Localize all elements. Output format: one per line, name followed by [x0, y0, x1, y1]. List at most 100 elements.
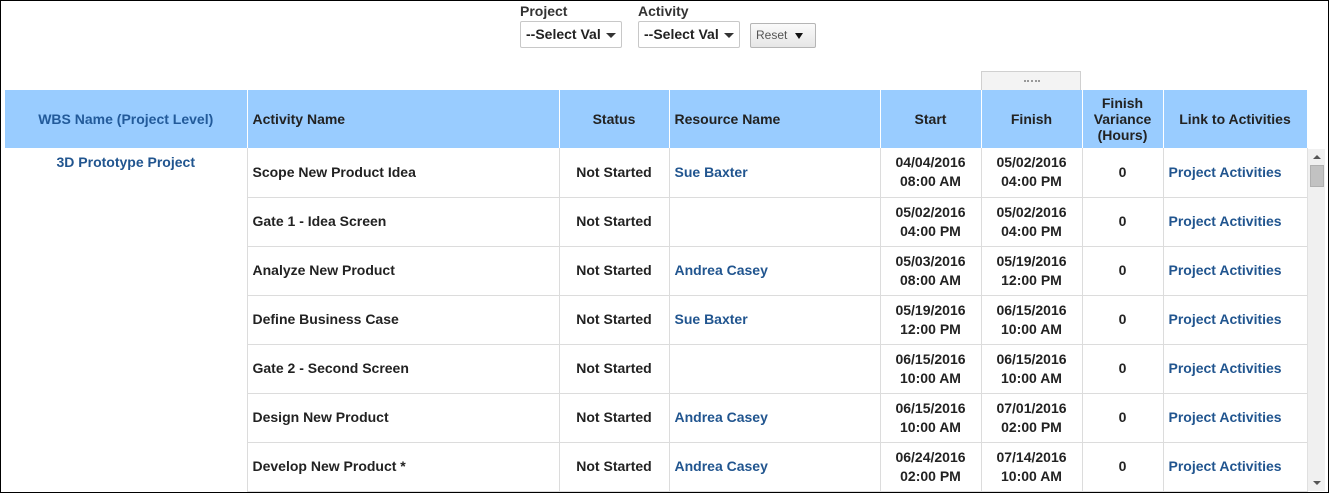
chevron-down-icon: [606, 33, 616, 38]
start-time: 10:00 AM: [900, 418, 961, 435]
status-cell: Not Started: [559, 442, 670, 492]
resource-link[interactable]: Sue Baxter: [675, 311, 748, 327]
variance-cell: 0: [1082, 393, 1164, 443]
activity-status-value: --Select Val: [644, 26, 719, 42]
project-activities-link[interactable]: Project Activities: [1169, 213, 1282, 229]
status-cell: Not Started: [559, 393, 670, 443]
resource-link[interactable]: Andrea Casey: [675, 262, 768, 278]
dropdown-arrow-icon: [795, 33, 803, 39]
link-cell: Project Activities: [1163, 246, 1308, 296]
start-cell: 05/03/2016 08:00 AM: [880, 246, 982, 296]
finish-time: 10:00 AM: [1001, 320, 1062, 337]
resource-link[interactable]: Andrea Casey: [675, 409, 768, 425]
link-cell: Project Activities: [1163, 393, 1308, 443]
header-link-to-activities[interactable]: Link to Activities: [1163, 90, 1308, 148]
resource-link[interactable]: Sue Baxter: [675, 164, 748, 180]
start-time: 12:00 PM: [900, 320, 961, 337]
link-cell: Project Activities: [1163, 442, 1308, 492]
finish-date: 05/02/2016: [996, 154, 1067, 171]
header-variance-line1: Finish: [1101, 95, 1144, 111]
vertical-scrollbar[interactable]: [1307, 149, 1325, 491]
wbs-project-link[interactable]: 3D Prototype Project: [57, 154, 195, 170]
finish-cell: 07/14/2016 10:00 AM: [981, 442, 1083, 492]
start-cell: 05/02/2016 04:00 PM: [880, 197, 982, 247]
activity-status-select[interactable]: --Select Val: [638, 21, 740, 48]
link-cell: Project Activities: [1163, 197, 1308, 247]
start-date: 04/04/2016: [895, 154, 966, 171]
start-date: 05/19/2016: [895, 301, 966, 318]
project-activities-link[interactable]: Project Activities: [1169, 164, 1282, 180]
project-activities-link[interactable]: Project Activities: [1169, 262, 1282, 278]
header-status[interactable]: Status: [559, 90, 670, 148]
start-time: 02:00 PM: [900, 467, 961, 484]
start-cell: 04/04/2016 08:00 AM: [880, 148, 982, 198]
header-start[interactable]: Start: [880, 90, 982, 148]
header-finish[interactable]: Finish: [981, 90, 1083, 148]
chevron-down-icon: [724, 33, 734, 38]
header-variance-line2: Variance: [1093, 111, 1152, 127]
resource-cell: [669, 344, 881, 394]
finish-cell: 05/19/2016 12:00 PM: [981, 246, 1083, 296]
start-time: 08:00 AM: [900, 173, 961, 190]
finish-date: 07/01/2016: [996, 399, 1067, 416]
finish-cell: 05/02/2016 04:00 PM: [981, 148, 1083, 198]
resource-cell: [669, 197, 881, 247]
start-cell: 05/19/2016 12:00 PM: [880, 295, 982, 345]
status-cell: Not Started: [559, 246, 670, 296]
variance-cell: 0: [1082, 442, 1164, 492]
scroll-down-button[interactable]: [1308, 475, 1325, 491]
finish-date: 05/19/2016: [996, 252, 1067, 269]
status-cell: Not Started: [559, 148, 670, 198]
scroll-up-button[interactable]: [1308, 149, 1325, 165]
activity-name-cell: Gate 1 - Idea Screen: [247, 197, 560, 247]
finish-cell: 07/01/2016 02:00 PM: [981, 393, 1083, 443]
start-date: 06/15/2016: [895, 350, 966, 367]
dashboard-frame: Project Name --Select Val Activity Statu…: [0, 0, 1329, 493]
reset-button[interactable]: Reset: [750, 23, 816, 48]
resource-cell: Andrea Casey: [669, 393, 881, 443]
project-name-select[interactable]: --Select Val: [520, 21, 622, 48]
resource-cell: Sue Baxter: [669, 295, 881, 345]
start-date: 06/24/2016: [895, 448, 966, 465]
start-date: 05/02/2016: [895, 203, 966, 220]
status-cell: Not Started: [559, 344, 670, 394]
activity-name-cell: Design New Product: [247, 393, 560, 443]
status-cell: Not Started: [559, 295, 670, 345]
resource-cell: Andrea Casey: [669, 246, 881, 296]
header-resource-name[interactable]: Resource Name: [669, 90, 881, 148]
activities-table: WBS Name (Project Level) Activity Name S…: [5, 90, 1308, 492]
finish-date: 06/15/2016: [996, 350, 1067, 367]
table-header-row: WBS Name (Project Level) Activity Name S…: [5, 90, 1308, 148]
link-cell: Project Activities: [1163, 148, 1308, 198]
header-variance-line3: (Hours): [1097, 127, 1148, 143]
project-activities-link[interactable]: Project Activities: [1169, 311, 1282, 327]
finish-time: 12:00 PM: [1001, 271, 1062, 288]
grip-icon: [1024, 80, 1040, 82]
start-cell: 06/24/2016 02:00 PM: [880, 442, 982, 492]
status-cell: Not Started: [559, 197, 670, 247]
resource-cell: Sue Baxter: [669, 148, 881, 198]
start-date: 06/15/2016: [895, 399, 966, 416]
activity-name-cell: Define Business Case: [247, 295, 560, 345]
project-activities-link[interactable]: Project Activities: [1169, 360, 1282, 376]
scrollbar-thumb[interactable]: [1310, 165, 1324, 187]
start-time: 10:00 AM: [900, 369, 961, 386]
variance-cell: 0: [1082, 148, 1164, 198]
header-activity-name[interactable]: Activity Name: [247, 90, 560, 148]
variance-cell: 0: [1082, 344, 1164, 394]
finish-cell: 05/02/2016 04:00 PM: [981, 197, 1083, 247]
project-activities-link[interactable]: Project Activities: [1169, 458, 1282, 474]
start-time: 08:00 AM: [900, 271, 961, 288]
header-wbs-name[interactable]: WBS Name (Project Level): [5, 90, 248, 148]
start-cell: 06/15/2016 10:00 AM: [880, 344, 982, 394]
arrow-up-icon: [1313, 155, 1321, 159]
start-cell: 06/15/2016 10:00 AM: [880, 393, 982, 443]
resource-cell: Andrea Casey: [669, 442, 881, 492]
resource-link[interactable]: Andrea Casey: [675, 458, 768, 474]
resize-handle[interactable]: [981, 71, 1081, 90]
project-activities-link[interactable]: Project Activities: [1169, 409, 1282, 425]
finish-cell: 06/15/2016 10:00 AM: [981, 295, 1083, 345]
header-finish-variance[interactable]: Finish Variance (Hours): [1082, 90, 1164, 148]
activity-name-cell: Develop New Product *: [247, 442, 560, 492]
finish-cell: 06/15/2016 10:00 AM: [981, 344, 1083, 394]
